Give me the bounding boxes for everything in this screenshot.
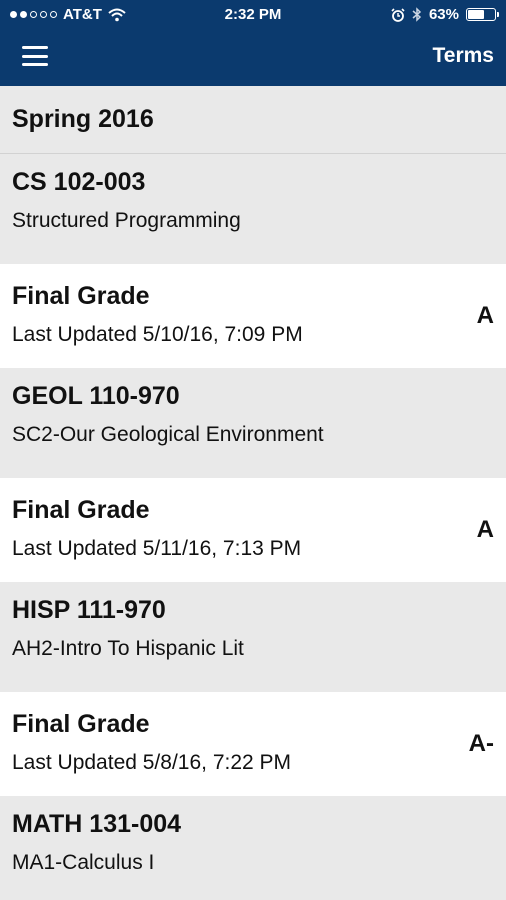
grade-value: A — [476, 302, 494, 329]
grade-label: Final Grade — [12, 710, 150, 738]
top-bar: AT&T 2:32 PM 63% Terms — [0, 0, 506, 86]
battery-level-fill — [468, 10, 485, 19]
battery-percent: 63% — [428, 6, 459, 23]
course-code: CS 102-003 — [12, 168, 146, 196]
status-bar: AT&T 2:32 PM 63% — [0, 0, 506, 30]
bluetooth-icon — [412, 7, 422, 22]
hamburger-menu-icon[interactable] — [22, 44, 48, 68]
alarm-icon — [391, 7, 405, 22]
grade-updated: Last Updated 5/11/16, 7:13 PM — [12, 537, 302, 560]
terms-button[interactable]: Terms — [433, 44, 494, 68]
course-name: SC2-Our Geological Environment — [12, 423, 324, 446]
term-header: Spring 2016 — [0, 86, 506, 154]
course-code: HISP 111-970 — [12, 596, 166, 624]
nav-bar: Terms — [0, 30, 506, 86]
grade-label: Final Grade — [12, 496, 150, 524]
grade-label: Final Grade — [12, 282, 150, 310]
course-name: AH2-Intro To Hispanic Lit — [12, 637, 244, 660]
battery-icon — [466, 8, 499, 21]
course-row[interactable]: CS 102-003 Structured Programming — [0, 154, 506, 264]
grade-value: A — [476, 516, 494, 543]
course-name: Structured Programming — [12, 209, 241, 232]
status-right: 63% — [391, 6, 499, 23]
grade-value: A- — [468, 730, 494, 757]
grade-updated: Last Updated 5/10/16, 7:09 PM — [12, 323, 303, 346]
grade-row[interactable]: Final Grade Last Updated 5/10/16, 7:09 P… — [0, 264, 506, 368]
grade-row[interactable]: Final Grade Last Updated 5/8/16, 7:22 PM… — [0, 692, 506, 796]
course-row[interactable]: MATH 131-004 MA1-Calculus I — [0, 796, 506, 900]
course-code: MATH 131-004 — [12, 810, 182, 838]
grade-updated: Last Updated 5/8/16, 7:22 PM — [12, 751, 292, 774]
course-list: CS 102-003 Structured Programming Final … — [0, 154, 506, 900]
course-row[interactable]: HISP 111-970 AH2-Intro To Hispanic Lit — [0, 582, 506, 692]
course-row[interactable]: GEOL 110-970 SC2-Our Geological Environm… — [0, 368, 506, 478]
course-code: GEOL 110-970 — [12, 382, 180, 410]
grade-row[interactable]: Final Grade Last Updated 5/11/16, 7:13 P… — [0, 478, 506, 582]
course-name: MA1-Calculus I — [12, 851, 155, 874]
